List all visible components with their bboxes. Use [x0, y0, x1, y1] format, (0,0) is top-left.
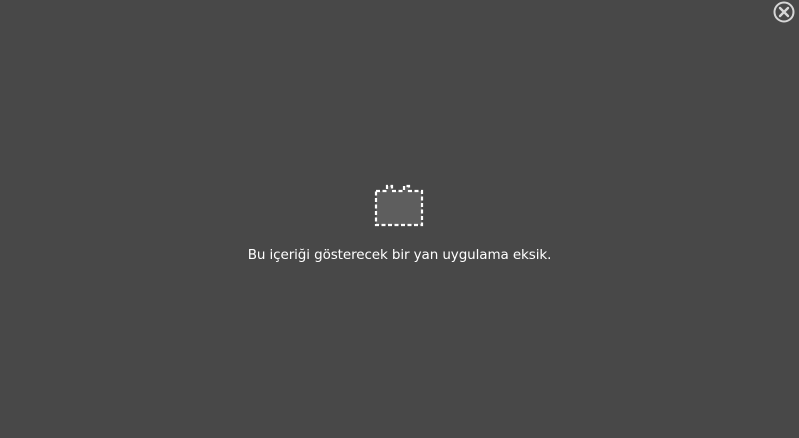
close-icon: [773, 1, 795, 23]
missing-plugin-icon: [372, 183, 426, 229]
missing-plugin-message: Bu içeriği gösterecek bir yan uygulama e…: [247, 247, 552, 263]
close-button[interactable]: [773, 1, 795, 23]
plugin-placeholder-panel: Bu içeriği gösterecek bir yan uygulama e…: [0, 0, 799, 438]
